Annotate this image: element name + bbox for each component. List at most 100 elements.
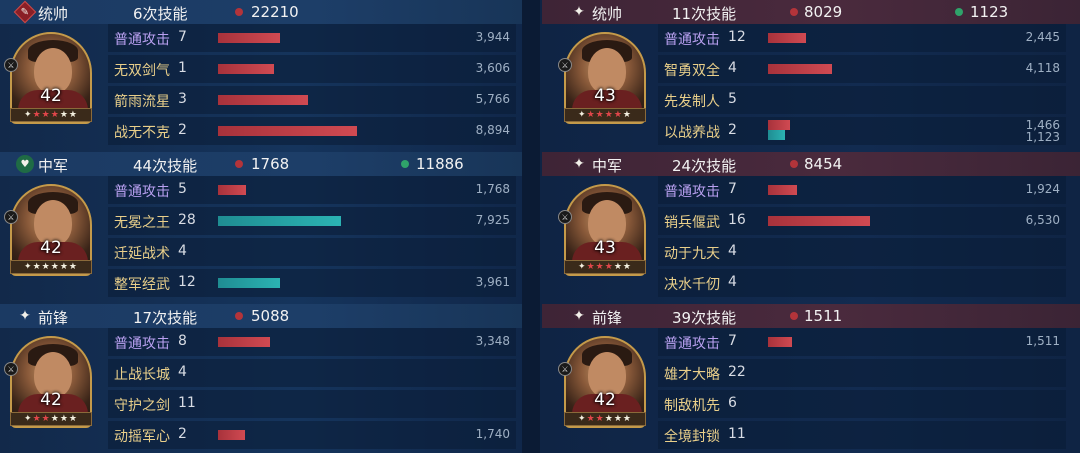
- vanguard-icon: ✦: [573, 308, 585, 324]
- position-label: 中军: [592, 157, 623, 175]
- skill-row[interactable]: 普通攻击 7 1,511: [658, 328, 1066, 356]
- position-header: ✦ 中军 24次技能 8454: [542, 152, 1080, 176]
- star-prefix-icon: ✦: [24, 110, 33, 120]
- damage-dot-icon: [790, 312, 798, 320]
- skill-name: 迁延战术: [114, 246, 170, 262]
- star-icon: ★: [613, 110, 623, 120]
- total-damage: 1511: [804, 307, 843, 325]
- star-rating: ✦ ★ ★ ★ ★ ★: [564, 260, 646, 274]
- general-level: 43: [594, 238, 616, 258]
- enemy-team-panel: ✦ 统帅 11次技能 8029 1123 43 ⚔ ✦ ★ ★ ★ ★ ★ 普通攻击 12 2,445 智勇双全…: [540, 0, 1080, 453]
- star-icon: ★: [50, 414, 60, 424]
- position-label: 前锋: [38, 309, 69, 327]
- skill-row[interactable]: 止战长城 4: [108, 359, 516, 387]
- skill-use-count: 6: [728, 395, 737, 411]
- star-icon: ★: [613, 262, 623, 272]
- skill-name: 制敌机先: [664, 398, 720, 414]
- skill-row[interactable]: 智勇双全 4 4,118: [658, 55, 1066, 83]
- skill-name: 普通攻击: [114, 32, 170, 48]
- skill-cast-count: 11次技能: [672, 5, 737, 23]
- skill-value: 1,511: [1025, 334, 1060, 348]
- total-damage: 1768: [251, 155, 290, 173]
- skill-use-count: 11: [728, 426, 746, 442]
- skill-use-count: 4: [178, 243, 187, 259]
- star-prefix-icon: ✦: [578, 414, 587, 424]
- skill-row[interactable]: 以战养战 2 1,466 1,123: [658, 117, 1066, 145]
- troop-type-icon: ⚔: [558, 58, 572, 72]
- skill-row[interactable]: 动于九天 4: [658, 238, 1066, 266]
- skill-row[interactable]: 守护之剑 11: [108, 390, 516, 418]
- skill-name: 无双剑气: [114, 63, 170, 79]
- heal-bar: [768, 130, 785, 140]
- skill-row[interactable]: 整军经武 12 3,961: [108, 269, 516, 297]
- skill-row[interactable]: 无冕之王 28 7,925: [108, 207, 516, 235]
- position-section-0: ✦ 统帅 11次技能 8029 1123 43 ⚔ ✦ ★ ★ ★ ★ ★ 普通攻击 12 2,445 智勇双全…: [540, 0, 1080, 151]
- star-icon: ★: [68, 414, 78, 424]
- damage-dot-icon: [235, 312, 243, 320]
- skill-value: 5,766: [475, 92, 510, 106]
- skill-row[interactable]: 战无不克 2 8,894: [108, 117, 516, 145]
- skill-row[interactable]: 销兵偃武 16 6,530: [658, 207, 1066, 235]
- skill-value: 1,924: [1025, 182, 1060, 196]
- skill-row[interactable]: 普通攻击 5 1,768: [108, 176, 516, 204]
- skill-use-count: 28: [178, 212, 196, 228]
- total-heal: 1123: [970, 3, 1009, 21]
- position-header: ✦ 前锋 17次技能 5088: [0, 304, 522, 328]
- total-damage: 22210: [251, 3, 299, 21]
- star-icon: ★: [59, 262, 69, 272]
- skill-name: 无冕之王: [114, 215, 170, 231]
- troop-type-icon: ⚔: [4, 362, 18, 376]
- skill-row[interactable]: 动摇军心 2 1,740: [108, 421, 516, 449]
- star-rating: ✦ ★ ★ ★ ★ ★: [10, 108, 92, 122]
- skill-cast-count: 24次技能: [672, 157, 737, 175]
- skill-row[interactable]: 雄才大略 22: [658, 359, 1066, 387]
- damage-bar: [218, 337, 270, 347]
- damage-dot-icon: [235, 8, 243, 16]
- skill-row[interactable]: 普通攻击 12 2,445: [658, 24, 1066, 52]
- skill-heal-value: 1,123: [1025, 130, 1060, 144]
- star-icon: ★: [622, 262, 632, 272]
- skill-row[interactable]: 先发制人 5: [658, 86, 1066, 114]
- skill-row[interactable]: 制敌机先 6: [658, 390, 1066, 418]
- skill-row[interactable]: 普通攻击 7 1,924: [658, 176, 1066, 204]
- position-label: 统帅: [38, 5, 69, 23]
- star-prefix-icon: ✦: [24, 262, 33, 272]
- troop-type-icon: ⚔: [558, 362, 572, 376]
- damage-bar: [218, 430, 245, 440]
- skill-use-count: 4: [178, 364, 187, 380]
- skill-row[interactable]: 迁延战术 4: [108, 238, 516, 266]
- star-icon: ★: [50, 262, 60, 272]
- skill-row[interactable]: 普通攻击 8 3,348: [108, 328, 516, 356]
- star-prefix-icon: ✦: [578, 110, 587, 120]
- skill-row[interactable]: 普通攻击 7 3,944: [108, 24, 516, 52]
- skill-value: 8,894: [475, 123, 510, 137]
- total-damage: 8029: [804, 3, 843, 21]
- position-section-1: ✦ 中军 24次技能 8454 43 ⚔ ✦ ★ ★ ★ ★ ★ 普通攻击 7 1,924 销兵偃武 16 6,5…: [540, 152, 1080, 303]
- skill-name: 动摇军心: [114, 429, 170, 445]
- star-icon: ★: [32, 262, 42, 272]
- star-icon: ★: [32, 110, 42, 120]
- skill-row[interactable]: 箭雨流星 3 5,766: [108, 86, 516, 114]
- skill-use-count: 16: [728, 212, 746, 228]
- ally-team-panel: ✎ 统帅 6次技能 22210 42 ⚔ ✦ ★ ★ ★ ★ ★ 普通攻击 7 3,944 无双剑气 1 3,60…: [0, 0, 540, 453]
- skill-name: 普通攻击: [664, 336, 720, 352]
- damage-bar: [218, 185, 246, 195]
- star-rating: ✦ ★ ★ ★ ★ ★: [10, 412, 92, 426]
- total-damage: 5088: [251, 307, 290, 325]
- general-level: 42: [40, 238, 62, 258]
- skill-row[interactable]: 无双剑气 1 3,606: [108, 55, 516, 83]
- skill-name: 整军经武: [114, 277, 170, 293]
- skill-value: 3,348: [475, 334, 510, 348]
- skill-row[interactable]: 决水千仞 4: [658, 269, 1066, 297]
- skill-row[interactable]: 全境封锁 11: [658, 421, 1066, 449]
- skill-use-count: 1: [178, 60, 187, 76]
- skill-use-count: 4: [728, 243, 737, 259]
- star-icon: ★: [595, 262, 605, 272]
- damage-bar: [768, 185, 797, 195]
- skill-name: 智勇双全: [664, 63, 720, 79]
- position-label: 统帅: [592, 5, 623, 23]
- skill-use-count: 7: [178, 29, 187, 45]
- skill-name: 普通攻击: [114, 184, 170, 200]
- damage-bar: [218, 33, 280, 43]
- position-header: ♥ 中军 44次技能 1768 11886: [0, 152, 522, 176]
